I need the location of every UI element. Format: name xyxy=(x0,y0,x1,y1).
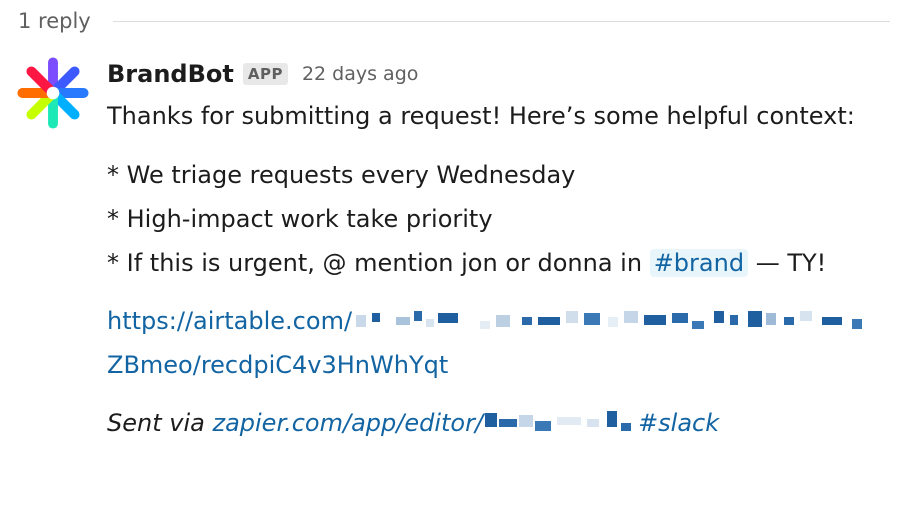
airtable-link: https://airtable.com/ ZBmeo/recdpiC4v3Hn… xyxy=(107,299,897,387)
intro-text: Thanks for submitting a request! Here’s … xyxy=(107,102,855,130)
redacted-url-segment xyxy=(356,311,863,329)
zapier-asterisk-icon xyxy=(17,57,89,129)
bullet-list: * We triage requests every Wednesday * H… xyxy=(107,153,897,285)
bot-avatar[interactable] xyxy=(17,57,89,129)
bullet-text: — TY! xyxy=(748,249,827,277)
sent-via-line: Sent via zapier.com/app/editor/ #slack xyxy=(107,401,897,445)
airtable-url-suffix: ZBmeo/recdpiC4v3HnWhYqt xyxy=(107,351,449,379)
bullet-text: * If this is urgent, @ mention jon or do… xyxy=(107,249,650,277)
channel-link-brand[interactable]: #brand xyxy=(649,249,749,277)
bullet-item: * We triage requests every Wednesday xyxy=(107,161,576,189)
airtable-url-prefix: https://airtable.com/ xyxy=(107,307,353,335)
sent-via-label: Sent via xyxy=(107,409,213,437)
airtable-url-link[interactable]: https://airtable.com/ ZBmeo/recdpiC4v3Hn… xyxy=(107,307,870,379)
replies-divider: 1 reply xyxy=(18,6,890,36)
zapier-editor-link[interactable]: zapier.com/app/editor/ #slack xyxy=(212,409,719,437)
timestamp[interactable]: 22 days ago xyxy=(302,63,418,85)
divider-line xyxy=(112,20,890,22)
zapier-link-prefix: zapier.com/app/editor/ xyxy=(212,409,484,437)
sender-name[interactable]: BrandBot xyxy=(107,60,234,88)
bullet-item: * High-impact work take priority xyxy=(107,205,493,233)
message: BrandBot APP 22 days ago Thanks for subm… xyxy=(107,54,907,445)
message-body: Thanks for submitting a request! Here’s … xyxy=(107,94,897,445)
redacted-url-segment xyxy=(485,411,632,431)
message-header: BrandBot APP 22 days ago xyxy=(107,54,907,94)
app-badge: APP xyxy=(242,63,288,85)
reply-count[interactable]: 1 reply xyxy=(18,9,91,33)
bullet-item: * If this is urgent, @ mention jon or do… xyxy=(107,241,897,285)
zapier-link-suffix: #slack xyxy=(638,409,720,437)
